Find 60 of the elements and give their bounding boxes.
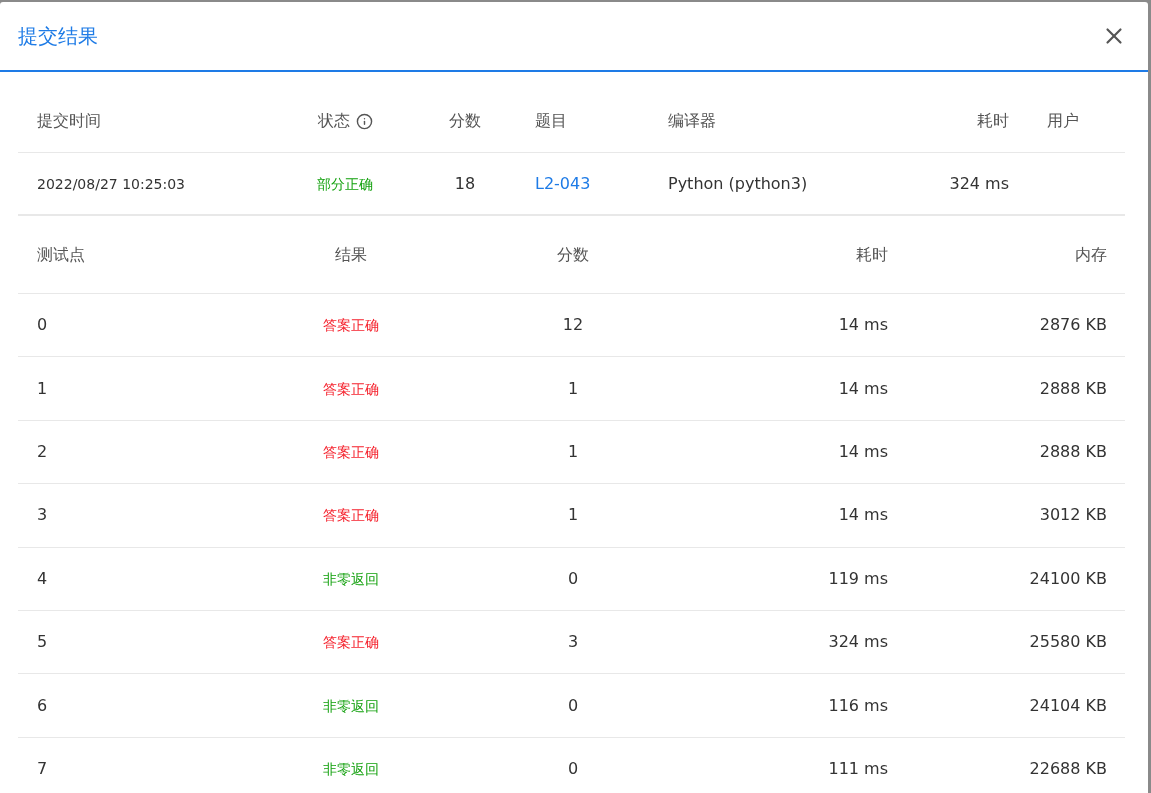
table-cell: 12 [562, 315, 584, 335]
table-cell: 0 [567, 758, 579, 778]
result-text: 非零返回 [323, 697, 379, 714]
table-cell: 24104 KB [1029, 695, 1107, 715]
table-cell: 324 ms [949, 173, 1009, 193]
column-header: 编译器 [668, 110, 716, 132]
column-header: 耗时 [856, 244, 888, 264]
table-cell: 116 ms [828, 695, 888, 715]
column-header: 结果 [335, 244, 367, 264]
result-text: 非零返回 [323, 760, 379, 777]
table-cell: 14 ms [838, 505, 888, 525]
column-header: 内存 [1075, 244, 1107, 264]
column-header: 状态 [317, 110, 350, 132]
table-cell: 7 [37, 758, 48, 778]
table-cell: 2888 KB [1039, 441, 1107, 461]
table-cell: 4 [37, 568, 48, 588]
table-cell: 3 [567, 632, 579, 652]
result-text: 答案正确 [323, 507, 379, 524]
table-cell: 1 [567, 441, 579, 461]
table-cell: 25580 KB [1029, 632, 1107, 652]
result-text: 答案正确 [323, 634, 379, 651]
table-cell: 324 ms [828, 632, 888, 652]
table-cell: 6 [37, 695, 48, 715]
column-header: 耗时 [977, 110, 1009, 132]
table-cell: 14 ms [838, 315, 888, 335]
table-cell: 14 ms [838, 441, 888, 461]
table-cell: 111 ms [828, 758, 888, 778]
result-text: 答案正确 [323, 380, 379, 397]
table-cell: 119 ms [828, 568, 888, 588]
table-cell: 1 [37, 378, 48, 398]
column-header: 用户 [1047, 110, 1079, 132]
table-cell: 2876 KB [1039, 315, 1107, 335]
dialog-title: 提交结果 [18, 23, 98, 50]
table-cell: 1 [567, 505, 579, 525]
table-cell: 0 [37, 315, 48, 335]
table-cell: 2888 KB [1039, 378, 1107, 398]
table-cell: 24100 KB [1029, 568, 1107, 588]
table-cell: 3 [37, 505, 48, 525]
column-header: 提交时间 [37, 110, 101, 132]
result-text: 非零返回 [323, 570, 379, 587]
table-cell: Python (python3) [668, 173, 808, 193]
column-header: 分数 [449, 110, 481, 132]
column-header: 分数 [557, 244, 589, 264]
table-cell: 1 [567, 378, 579, 398]
table-cell: 22688 KB [1029, 758, 1107, 778]
column-header: 题目 [535, 110, 567, 132]
result-text: 答案正确 [323, 317, 379, 334]
table-cell: 2022/08/27 10:25:03 [37, 175, 186, 192]
column-header: 测试点 [37, 244, 85, 264]
problem-link[interactable]: L2-043 [535, 173, 591, 193]
table-cell: 5 [37, 632, 48, 652]
info-icon[interactable] [355, 112, 373, 130]
table-cell: 3012 KB [1039, 505, 1107, 525]
table-cell: 0 [567, 695, 579, 715]
table-cell: 14 ms [838, 378, 888, 398]
result-text: 答案正确 [323, 443, 379, 460]
table-cell: 18 [454, 173, 476, 193]
status-text: 部分正确 [317, 175, 373, 192]
table-cell: 2 [37, 441, 48, 461]
table-cell: 0 [567, 568, 579, 588]
